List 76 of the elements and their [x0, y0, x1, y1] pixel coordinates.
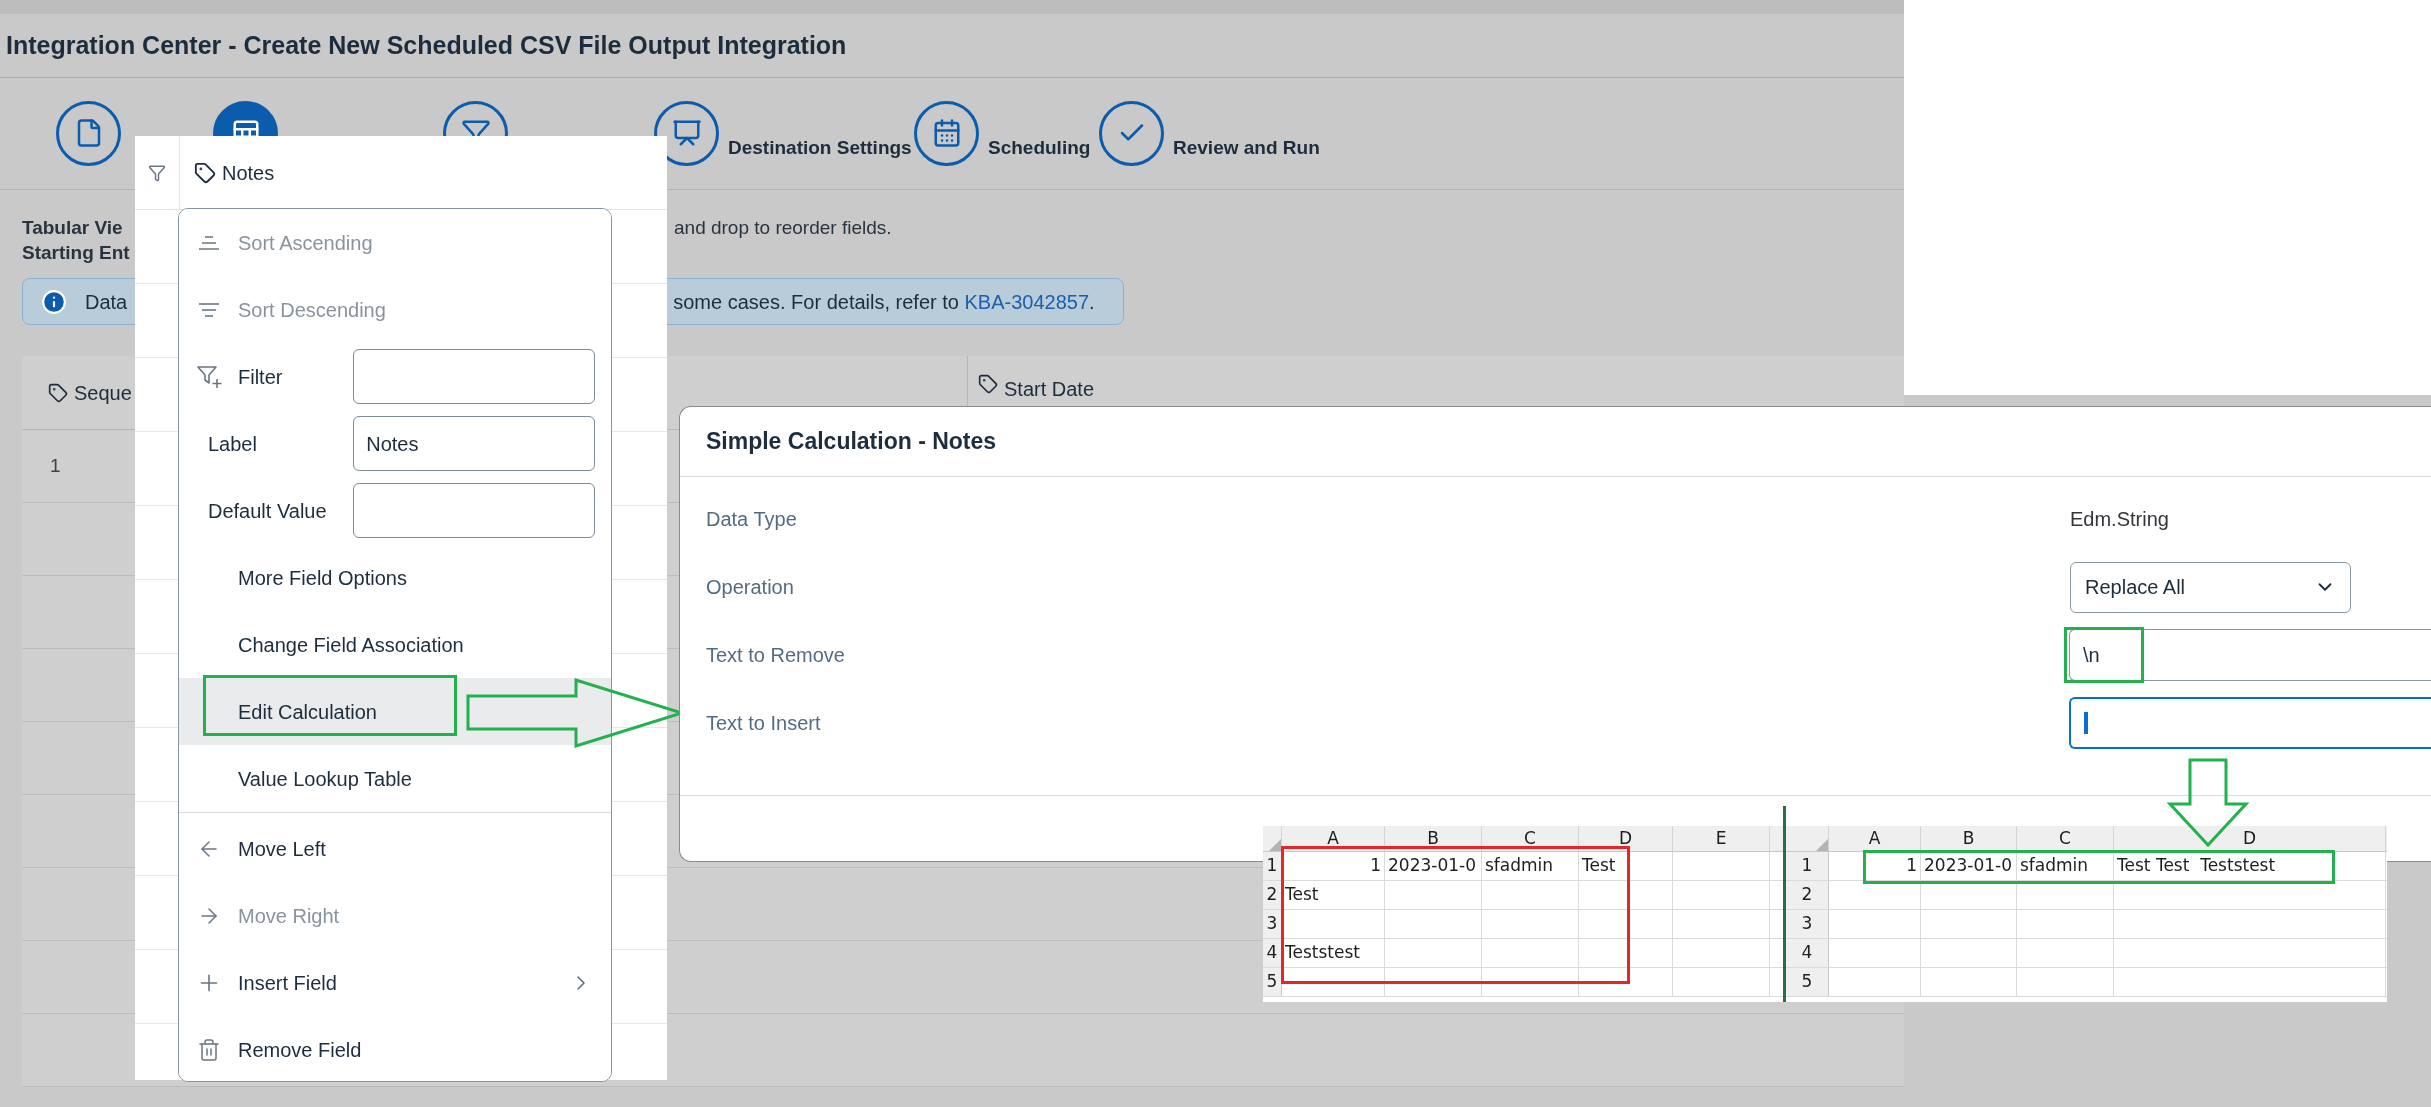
input-field[interactable]: \n [2069, 629, 2431, 681]
filter-icon [460, 118, 491, 136]
step-button[interactable] [1099, 101, 1164, 166]
sheet-cell-text: sfadmin [1485, 854, 1554, 878]
tag-icon [48, 382, 68, 403]
step-button[interactable] [56, 101, 121, 166]
sheet-cell-text: Test Test Teststest [2117, 854, 2276, 878]
row-number: 2 [1801, 883, 1813, 907]
row-number: 4 [1801, 941, 1813, 965]
intro-text: Tabular Vie [22, 216, 123, 241]
page-title: Integration Center - Create New Scheduled CSV File Output Integration [6, 29, 847, 61]
column-header: Seque [74, 380, 132, 406]
input-field[interactable] [353, 483, 595, 538]
menu-item[interactable]: Edit Calculation [179, 678, 611, 745]
sort-ascending-icon [198, 234, 220, 251]
info-text: some cases. For details, refer to [673, 289, 960, 315]
filter-icon [148, 163, 166, 182]
sheet-cell-text: 1 [1370, 854, 1381, 878]
field-label: Text to Insert [706, 712, 821, 734]
row-number: 5 [1801, 970, 1813, 994]
step-label: Review and Run [1173, 135, 1320, 160]
calendar-icon [931, 118, 962, 148]
row-number: 3 [1266, 912, 1278, 936]
sheet-cell-text: sfadmin [2020, 854, 2089, 878]
column-header: D [2242, 826, 2257, 850]
column-header: Start Date [1004, 377, 1095, 402]
row-number: 3 [1801, 912, 1813, 936]
intro-text: and drop to reorder fields. [674, 216, 892, 241]
dialog-title: Simple Calculation - Notes [706, 427, 997, 457]
row-number: 1 [1801, 854, 1813, 878]
info-text: . [1089, 289, 1095, 315]
column-header: C [2059, 826, 2071, 850]
column-header: D [1618, 826, 1633, 850]
column-header: E [1715, 826, 1727, 850]
upload-board-icon [671, 118, 702, 148]
sheet-cell-text: 2023-01-0 [1388, 854, 1476, 878]
field-label: Default Value [208, 499, 327, 522]
field-label: Text to Remove [706, 644, 845, 666]
step-button[interactable] [914, 101, 979, 166]
text-cursor [2084, 712, 2088, 734]
column-header: A [1327, 826, 1339, 850]
row-number: 5 [1266, 970, 1278, 994]
row-number: 4 [1266, 941, 1278, 965]
filter-add-icon [197, 364, 223, 389]
input-field[interactable]: Notes [353, 416, 595, 471]
info-text: Data [85, 289, 128, 315]
column-header: C [1524, 826, 1536, 850]
sheet-cell-text: Test [1285, 883, 1319, 907]
field-label: Label [208, 432, 257, 455]
field-value: Edm.String [2070, 507, 2169, 532]
tag-icon [194, 161, 216, 184]
info-icon [41, 288, 67, 315]
table-cell-text: 1 [50, 453, 61, 478]
tag-icon [978, 374, 998, 394]
intro-text: Starting Ent [22, 241, 130, 266]
input-field[interactable] [2069, 697, 2431, 749]
row-number: 1 [1266, 854, 1278, 878]
operation-dropdown[interactable]: Replace All [2070, 561, 2351, 613]
field-label: Operation [706, 576, 794, 598]
column-title: Notes [222, 160, 275, 186]
column-header: B [1427, 826, 1439, 850]
sheet-cell-text: 2023-01-0 [1924, 854, 2012, 878]
sheet-cell-text: Teststest [1285, 941, 1360, 965]
kba-link[interactable]: KBA-3042857 [964, 286, 1090, 317]
sheet-cell-text: 1 [1906, 854, 1917, 878]
column-header: A [1868, 826, 1881, 850]
input-field[interactable] [353, 349, 595, 404]
sheet-cell-text: Test [1582, 854, 1616, 878]
step-label: Destination Settings [728, 135, 912, 160]
trash-icon [197, 1037, 221, 1062]
sort-descending-icon [198, 301, 220, 318]
step-label: Scheduling [988, 135, 1091, 160]
column-header: B [1962, 826, 1975, 850]
row-number: 2 [1266, 883, 1278, 907]
field-label: Data Type [706, 508, 797, 530]
field-label: Filter [238, 364, 283, 390]
